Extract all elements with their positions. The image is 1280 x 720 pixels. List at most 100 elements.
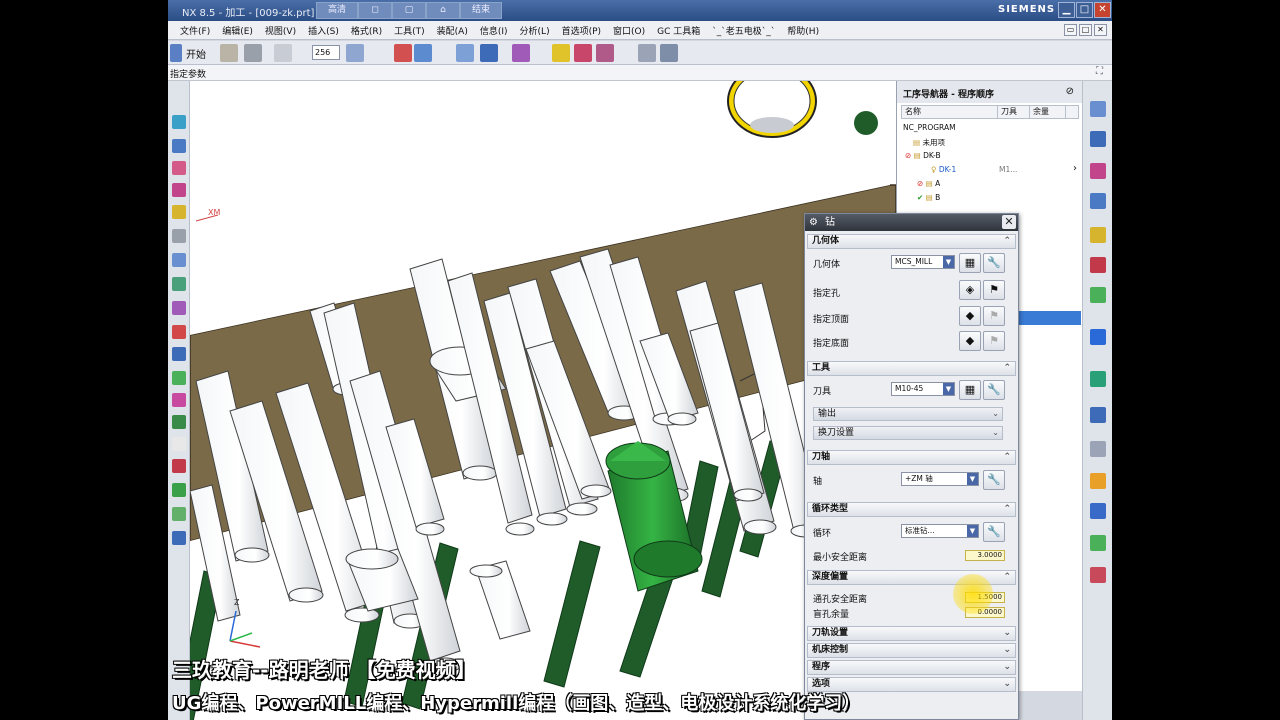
- zoom-icon[interactable]: [660, 44, 678, 62]
- cylinder-icon[interactable]: [172, 507, 186, 521]
- tree-row-dkb[interactable]: ⊘ ▤ DK-B: [905, 151, 941, 160]
- tree-row-a[interactable]: ⊘ ▤ A: [917, 179, 940, 188]
- mdi-close-icon[interactable]: ✕: [1094, 24, 1107, 36]
- undo-icon[interactable]: [274, 44, 292, 62]
- dialog-close-icon[interactable]: ✕: [1002, 215, 1016, 229]
- col-stock[interactable]: 余量: [1030, 106, 1066, 118]
- section-axis[interactable]: 刀轴 ⌃: [807, 450, 1016, 465]
- image-icon[interactable]: [1090, 567, 1106, 583]
- menu-view[interactable]: 视图(V): [259, 24, 302, 37]
- nav-program-icon[interactable]: [1090, 101, 1106, 117]
- save-icon[interactable]: [244, 44, 262, 62]
- mdi-maximize-icon[interactable]: □: [1079, 24, 1092, 36]
- menu-analysis[interactable]: 分析(L): [514, 24, 556, 37]
- start-button[interactable]: 开始: [186, 46, 206, 61]
- nav-tool-icon[interactable]: [1090, 131, 1106, 147]
- generate-path-icon[interactable]: [456, 44, 474, 62]
- reuse-icon[interactable]: [1090, 287, 1106, 303]
- hd3d-icon[interactable]: [172, 205, 186, 219]
- system-material-icon[interactable]: [172, 277, 186, 291]
- show-top-button[interactable]: ⚑: [983, 306, 1005, 326]
- section-geometry[interactable]: 几何体 ⌃: [807, 234, 1016, 249]
- process-studio-icon[interactable]: [172, 301, 186, 315]
- web-icon[interactable]: [172, 229, 186, 243]
- gear-icon[interactable]: ⚙: [809, 214, 818, 231]
- create-tool-icon[interactable]: [414, 44, 432, 62]
- verify-icon[interactable]: [480, 44, 498, 62]
- assembly-nav-icon[interactable]: [172, 115, 186, 129]
- menu-electrode[interactable]: `_`老五电极`_`: [706, 24, 781, 37]
- menu-gc-toolkit[interactable]: GC 工具箱: [651, 24, 706, 37]
- brush-icon[interactable]: [172, 393, 186, 407]
- tool-select[interactable]: M10-45 ▼: [891, 382, 955, 396]
- pin-icon[interactable]: ⊘: [1066, 86, 1074, 97]
- start-icon[interactable]: [170, 44, 182, 62]
- reuse-lib-icon[interactable]: [172, 183, 186, 197]
- new-tool-button[interactable]: ▦: [959, 380, 981, 400]
- show-bottom-button[interactable]: ⚑: [983, 331, 1005, 351]
- window-icon[interactable]: ▢: [392, 2, 426, 19]
- menu-file[interactable]: 文件(F): [174, 24, 216, 37]
- menu-help[interactable]: 帮助(H): [781, 24, 825, 37]
- axis-select[interactable]: +ZM 轴 ▼: [901, 472, 979, 486]
- resize-icon[interactable]: ⛶: [1096, 66, 1103, 77]
- select-top-button[interactable]: ◆: [959, 306, 981, 326]
- nav-method-icon[interactable]: [1090, 193, 1106, 209]
- show-holes-button[interactable]: ⚑: [983, 280, 1005, 300]
- min-clearance-input[interactable]: 3.0000: [965, 550, 1005, 561]
- home-icon[interactable]: ⌂: [426, 2, 460, 19]
- menu-info[interactable]: 信息(I): [474, 24, 514, 37]
- axis-edit-button[interactable]: 🔧: [983, 470, 1005, 490]
- tree-row-unused[interactable]: ▤ 未用项: [913, 137, 945, 148]
- menu-insert[interactable]: 插入(S): [302, 24, 345, 37]
- open-icon[interactable]: [220, 44, 238, 62]
- section-cycle[interactable]: 循环类型 ⌃: [807, 502, 1016, 517]
- graphics-viewport[interactable]: Z XM: [190, 81, 896, 720]
- constraint-nav-icon[interactable]: [172, 139, 186, 153]
- cycle-select[interactable]: 标准钻... ▼: [901, 524, 979, 538]
- pen-icon[interactable]: [1090, 503, 1106, 519]
- new-geometry-button[interactable]: ▦: [959, 253, 981, 273]
- mdi-restore-icon[interactable]: ▭: [1064, 24, 1077, 36]
- menu-preferences[interactable]: 首选项(P): [556, 24, 607, 37]
- palette-right-icon[interactable]: [1090, 473, 1106, 489]
- minimize-icon[interactable]: ▁: [1058, 2, 1075, 18]
- create-program-icon[interactable]: [394, 44, 412, 62]
- path-edit-icon[interactable]: [574, 44, 592, 62]
- layer-icon[interactable]: [346, 44, 364, 62]
- clock-icon[interactable]: [1090, 407, 1106, 423]
- cycle-edit-button[interactable]: 🔧: [983, 522, 1005, 542]
- section-tool[interactable]: 工具 ⌃: [807, 361, 1016, 376]
- section-machine-control[interactable]: 机床控制 ⌄: [807, 643, 1016, 658]
- tree-row-program[interactable]: NC_PROGRAM: [903, 123, 956, 132]
- edit-geometry-button[interactable]: 🔧: [983, 253, 1005, 273]
- layer-combo[interactable]: 256: [312, 45, 340, 60]
- nav-geometry-icon[interactable]: [1090, 163, 1106, 179]
- toolchange-subsection[interactable]: 换刀设置 ⌄: [813, 426, 1003, 440]
- tree-row-b[interactable]: ✔ ▤ B: [917, 193, 940, 202]
- menu-format[interactable]: 格式(R): [345, 24, 388, 37]
- ic-icon[interactable]: [172, 531, 186, 545]
- section-program[interactable]: 程序 ⌄: [807, 660, 1016, 675]
- menu-edit[interactable]: 编辑(E): [216, 24, 259, 37]
- hd-button[interactable]: 高清: [316, 2, 358, 19]
- end-button[interactable]: 结束: [460, 2, 502, 19]
- machine-icon[interactable]: [552, 44, 570, 62]
- section-path-settings[interactable]: 刀轨设置 ⌄: [807, 626, 1016, 641]
- feed-icon[interactable]: [596, 44, 614, 62]
- output-subsection[interactable]: 输出 ⌄: [813, 407, 1003, 421]
- menu-assembly[interactable]: 装配(A): [431, 24, 474, 37]
- selected-row-highlight[interactable]: [1019, 311, 1081, 325]
- select-bottom-button[interactable]: ◆: [959, 331, 981, 351]
- info-icon[interactable]: [172, 347, 186, 361]
- machine-nav-icon[interactable]: [1090, 227, 1106, 243]
- menu-tools[interactable]: 工具(T): [388, 24, 431, 37]
- select-holes-button[interactable]: ◈: [959, 280, 981, 300]
- postprocess-icon[interactable]: [512, 44, 530, 62]
- geometry-select[interactable]: MCS_MILL ▼: [891, 255, 955, 269]
- shop-doc-icon[interactable]: [638, 44, 656, 62]
- part-nav-icon[interactable]: [172, 161, 186, 175]
- roles-icon[interactable]: [172, 325, 186, 339]
- tool-icon[interactable]: [172, 415, 186, 429]
- edit-tool-button[interactable]: 🔧: [983, 380, 1005, 400]
